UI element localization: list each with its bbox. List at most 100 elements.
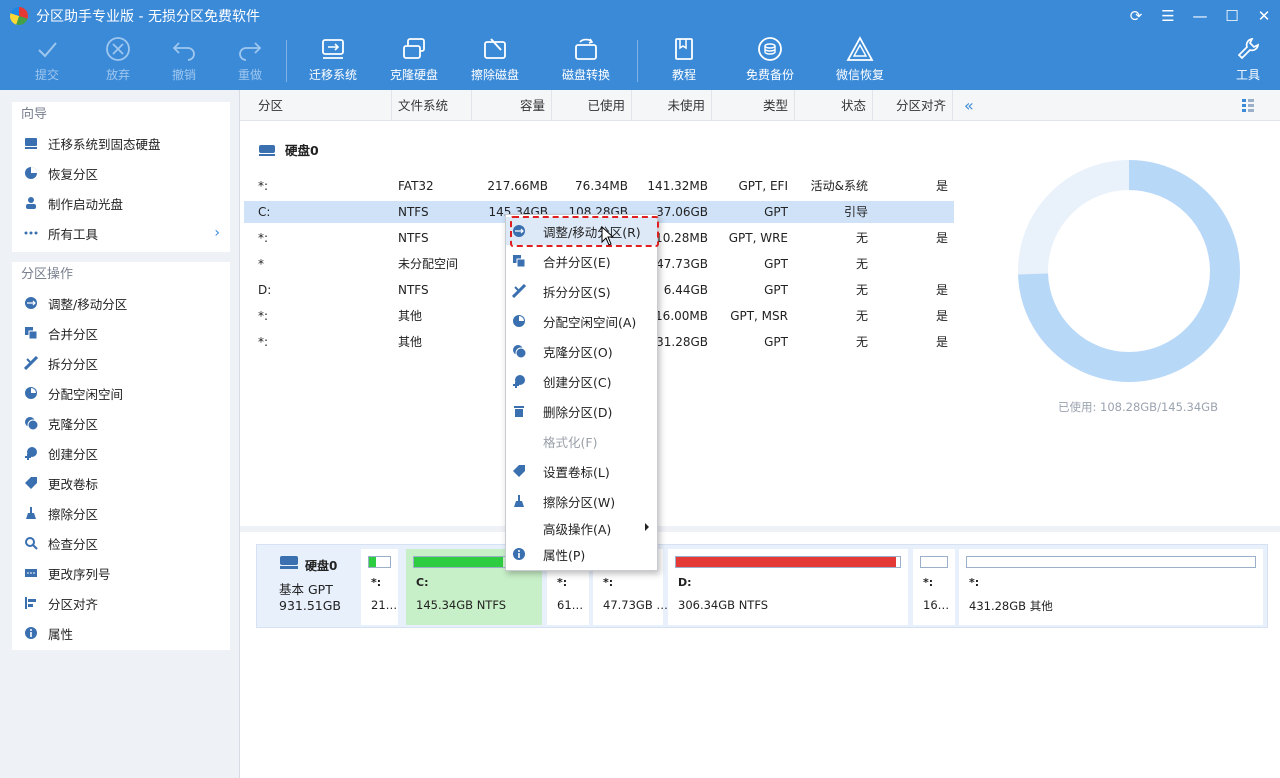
collapse-panel-icon[interactable]: « (964, 96, 974, 115)
partition-size: 47.73GB … (603, 598, 668, 612)
sidebar-item-recover-partition[interactable]: 恢复分区 (12, 158, 230, 188)
window-title: 分区助手专业版 - 无损分区免费软件 (36, 9, 260, 25)
cell-type: GPT (764, 335, 788, 349)
main-panel: 分区 文件系统 容量 已使用 未使用 类型 状态 分区对齐 « 硬盘0 *: FA… (240, 90, 1280, 778)
menu-clone-partition[interactable]: 克隆分区(O) (506, 337, 657, 365)
col-status[interactable]: 状态 (795, 90, 873, 121)
cell-align: 是 (935, 231, 948, 245)
sidebar-item-resize-move[interactable]: 调整/移动分区 (12, 288, 230, 318)
menu-advanced[interactable]: 高级操作(A) (506, 514, 657, 542)
table-row[interactable]: *: FAT32 217.66MB 76.34MB 141.32MB GPT, EFI 活动… (244, 175, 954, 197)
menu-wipe-partition[interactable]: 擦除分区(W) (506, 487, 657, 515)
sidebar-item-check-partition[interactable]: 检查分区 (12, 528, 230, 558)
disk-partition-block[interactable]: *: 431.28GB 其他 (959, 549, 1263, 625)
col-filesystem[interactable]: 文件系统 (392, 90, 472, 121)
cell-free: 141.32MB (647, 179, 708, 193)
sidebar-item-align[interactable]: 分区对齐 (12, 588, 230, 618)
sidebar-item-allocate-free[interactable]: 分配空闲空间 (12, 378, 230, 408)
partition-usage-bar (368, 556, 391, 568)
disk-info[interactable]: 硬盘0 基本 GPT 931.51GB (265, 551, 355, 623)
menu-allocate-free[interactable]: 分配空闲空间(A) (506, 307, 657, 335)
view-toggle-icon[interactable] (1241, 98, 1255, 112)
partition-size: 61… (557, 598, 584, 612)
col-capacity[interactable]: 容量 (472, 90, 552, 121)
cell-cap: 217.66MB (487, 179, 548, 193)
disk-partition-block[interactable]: *: 16… (913, 549, 955, 625)
sidebar-item-bootable-media[interactable]: 制作启动光盘 (12, 188, 230, 218)
commit-button[interactable]: 提交 (7, 32, 87, 90)
tools-button[interactable]: 工具 (1208, 32, 1280, 90)
toolbar-separator (286, 40, 287, 82)
disk-partition-block[interactable]: D: 306.34GB NTFS (668, 549, 908, 625)
cell-fs: NTFS (398, 283, 429, 297)
cell-fs: 其他 (398, 309, 423, 323)
partition-name: *: (557, 576, 568, 589)
clone-disk-button[interactable]: 克隆硬盘 (374, 32, 454, 90)
migrate-icon (24, 136, 38, 150)
menu-create-partition[interactable]: 创建分区(C) (506, 367, 657, 395)
usage-label: 已使用: 108.28GB/145.34GB (1058, 400, 1218, 414)
wechat-recovery-button[interactable]: 微信恢复 (820, 32, 900, 90)
serial-icon (24, 566, 38, 580)
sidebar-item-properties[interactable]: 属性 (12, 618, 230, 648)
panel-splitter[interactable] (240, 526, 1280, 532)
more-icon (24, 226, 38, 240)
migrate-os-button[interactable]: 迁移系统 (293, 32, 373, 90)
sidebar-item-split[interactable]: 拆分分区 (12, 348, 230, 378)
partition-usage-bar (966, 556, 1256, 568)
menu-icon[interactable]: ☰ (1152, 0, 1184, 32)
menu-set-label[interactable]: 设置卷标(L) (506, 457, 657, 485)
cell-align: 是 (935, 179, 948, 193)
col-alignment[interactable]: 分区对齐 (873, 90, 953, 121)
maximize-button[interactable]: ☐ (1216, 0, 1248, 32)
col-free[interactable]: 未使用 (632, 90, 712, 121)
sidebar-item-migrate-ssd[interactable]: 迁移系统到固态硬盘 (12, 128, 230, 158)
sidebar-item-change-serial[interactable]: 更改序列号 (12, 558, 230, 588)
create-icon (512, 374, 526, 388)
cell-type: GPT (764, 257, 788, 271)
cell-type: GPT, EFI (738, 179, 788, 193)
cell-status: 引导 (843, 205, 868, 219)
cell-p: * (258, 257, 264, 271)
sidebar-item-change-label[interactable]: 更改卷标 (12, 468, 230, 498)
minimize-button[interactable]: — (1184, 0, 1216, 32)
col-partition[interactable]: 分区 (240, 90, 392, 121)
highlight-box (510, 216, 659, 247)
partition-size: 306.34GB NTFS (678, 598, 769, 612)
cell-p: C: (258, 205, 271, 219)
resize-icon (24, 296, 38, 310)
pie-icon (24, 166, 38, 180)
menu-properties[interactable]: 属性(P) (506, 540, 657, 568)
menu-merge[interactable]: 合并分区(E) (506, 247, 657, 275)
cell-status: 无 (855, 309, 868, 323)
menu-format[interactable]: 格式化(F) (506, 427, 657, 455)
disk-partition-block[interactable]: *: 21… (361, 549, 398, 625)
col-type[interactable]: 类型 (712, 90, 795, 121)
sidebar-item-create-partition[interactable]: 创建分区 (12, 438, 230, 468)
sidebar-item-wipe-partition[interactable]: 擦除分区 (12, 498, 230, 528)
sidebar-item-merge[interactable]: 合并分区 (12, 318, 230, 348)
wipe-disk-button[interactable]: 擦除磁盘 (455, 32, 535, 90)
cell-status: 无 (855, 231, 868, 245)
cell-type: GPT, WRE (728, 231, 788, 245)
undo-icon (171, 32, 197, 66)
close-button[interactable]: ✕ (1248, 0, 1280, 32)
refresh-icon[interactable]: ⟳ (1120, 0, 1152, 32)
hard-disk-icon (259, 144, 275, 156)
sidebar-item-clone-partition[interactable]: 克隆分区 (12, 408, 230, 438)
col-used[interactable]: 已使用 (552, 90, 632, 121)
sidebar-item-all-tools[interactable]: 所有工具 › (12, 218, 230, 248)
free-backup-button[interactable]: 免费备份 (730, 32, 810, 90)
redo-button[interactable]: 重做 (210, 32, 290, 90)
cell-p: D: (258, 283, 272, 297)
tutorial-button[interactable]: 教程 (644, 32, 724, 90)
menu-delete-partition[interactable]: 删除分区(D) (506, 397, 657, 425)
sidebar: 向导 迁移系统到固态硬盘 恢复分区 制作启动光盘 所有工具 › 分区操作 调整/… (0, 90, 240, 778)
partition-usage-bar (920, 556, 948, 568)
split-icon (512, 284, 526, 298)
cell-p: *: (258, 309, 269, 323)
menu-split[interactable]: 拆分分区(S) (506, 277, 657, 305)
cell-p: *: (258, 179, 269, 193)
disk-convert-button[interactable]: 磁盘转换 (546, 32, 626, 90)
disk-size: 931.51GB (279, 598, 341, 613)
